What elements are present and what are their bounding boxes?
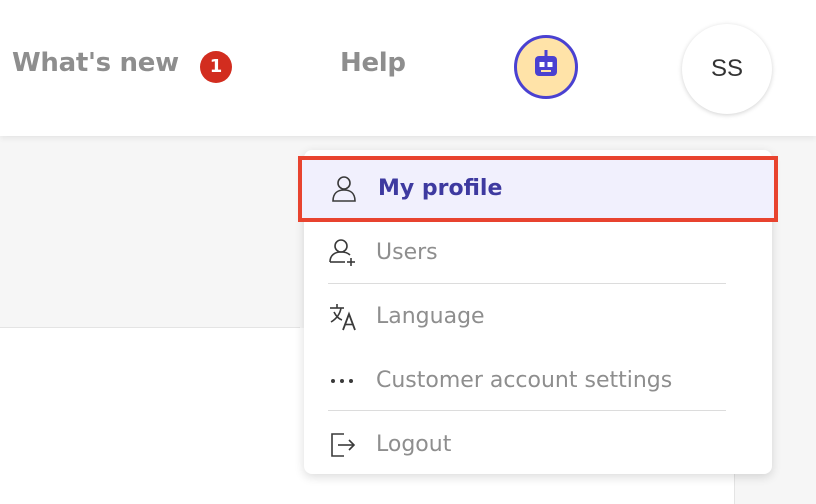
translate-icon [330,304,356,331]
menu-item-customer-account-settings[interactable]: Customer account settings [304,348,772,412]
assistant-bot-button[interactable] [514,35,578,99]
menu-item-users[interactable]: Users [304,220,772,284]
user-avatar[interactable]: SS [682,24,772,114]
menu-item-label: Users [376,240,438,265]
help-link[interactable]: Help [340,48,406,78]
menu-item-language[interactable]: Language [304,284,772,348]
menu-item-label: Language [376,304,485,329]
menu-item-label: My profile [378,176,503,201]
user-plus-icon [329,239,355,266]
menu-item-my-profile[interactable]: My profile [298,156,778,222]
account-dropdown-menu: My profile Users Language Customer accou… [298,150,778,476]
menu-divider [328,410,726,411]
menu-item-label: Logout [376,432,452,457]
notification-badge: 1 [200,51,232,83]
menu-item-label: Customer account settings [376,368,673,393]
menu-item-logout[interactable]: Logout [304,412,772,476]
user-icon [332,176,356,202]
robot-icon [535,50,557,76]
more-horizontal-icon [331,379,353,383]
logout-icon [331,433,356,457]
whats-new-link[interactable]: What's new [12,48,179,78]
top-navigation-bar: What's new 1 Help SS [0,0,816,136]
